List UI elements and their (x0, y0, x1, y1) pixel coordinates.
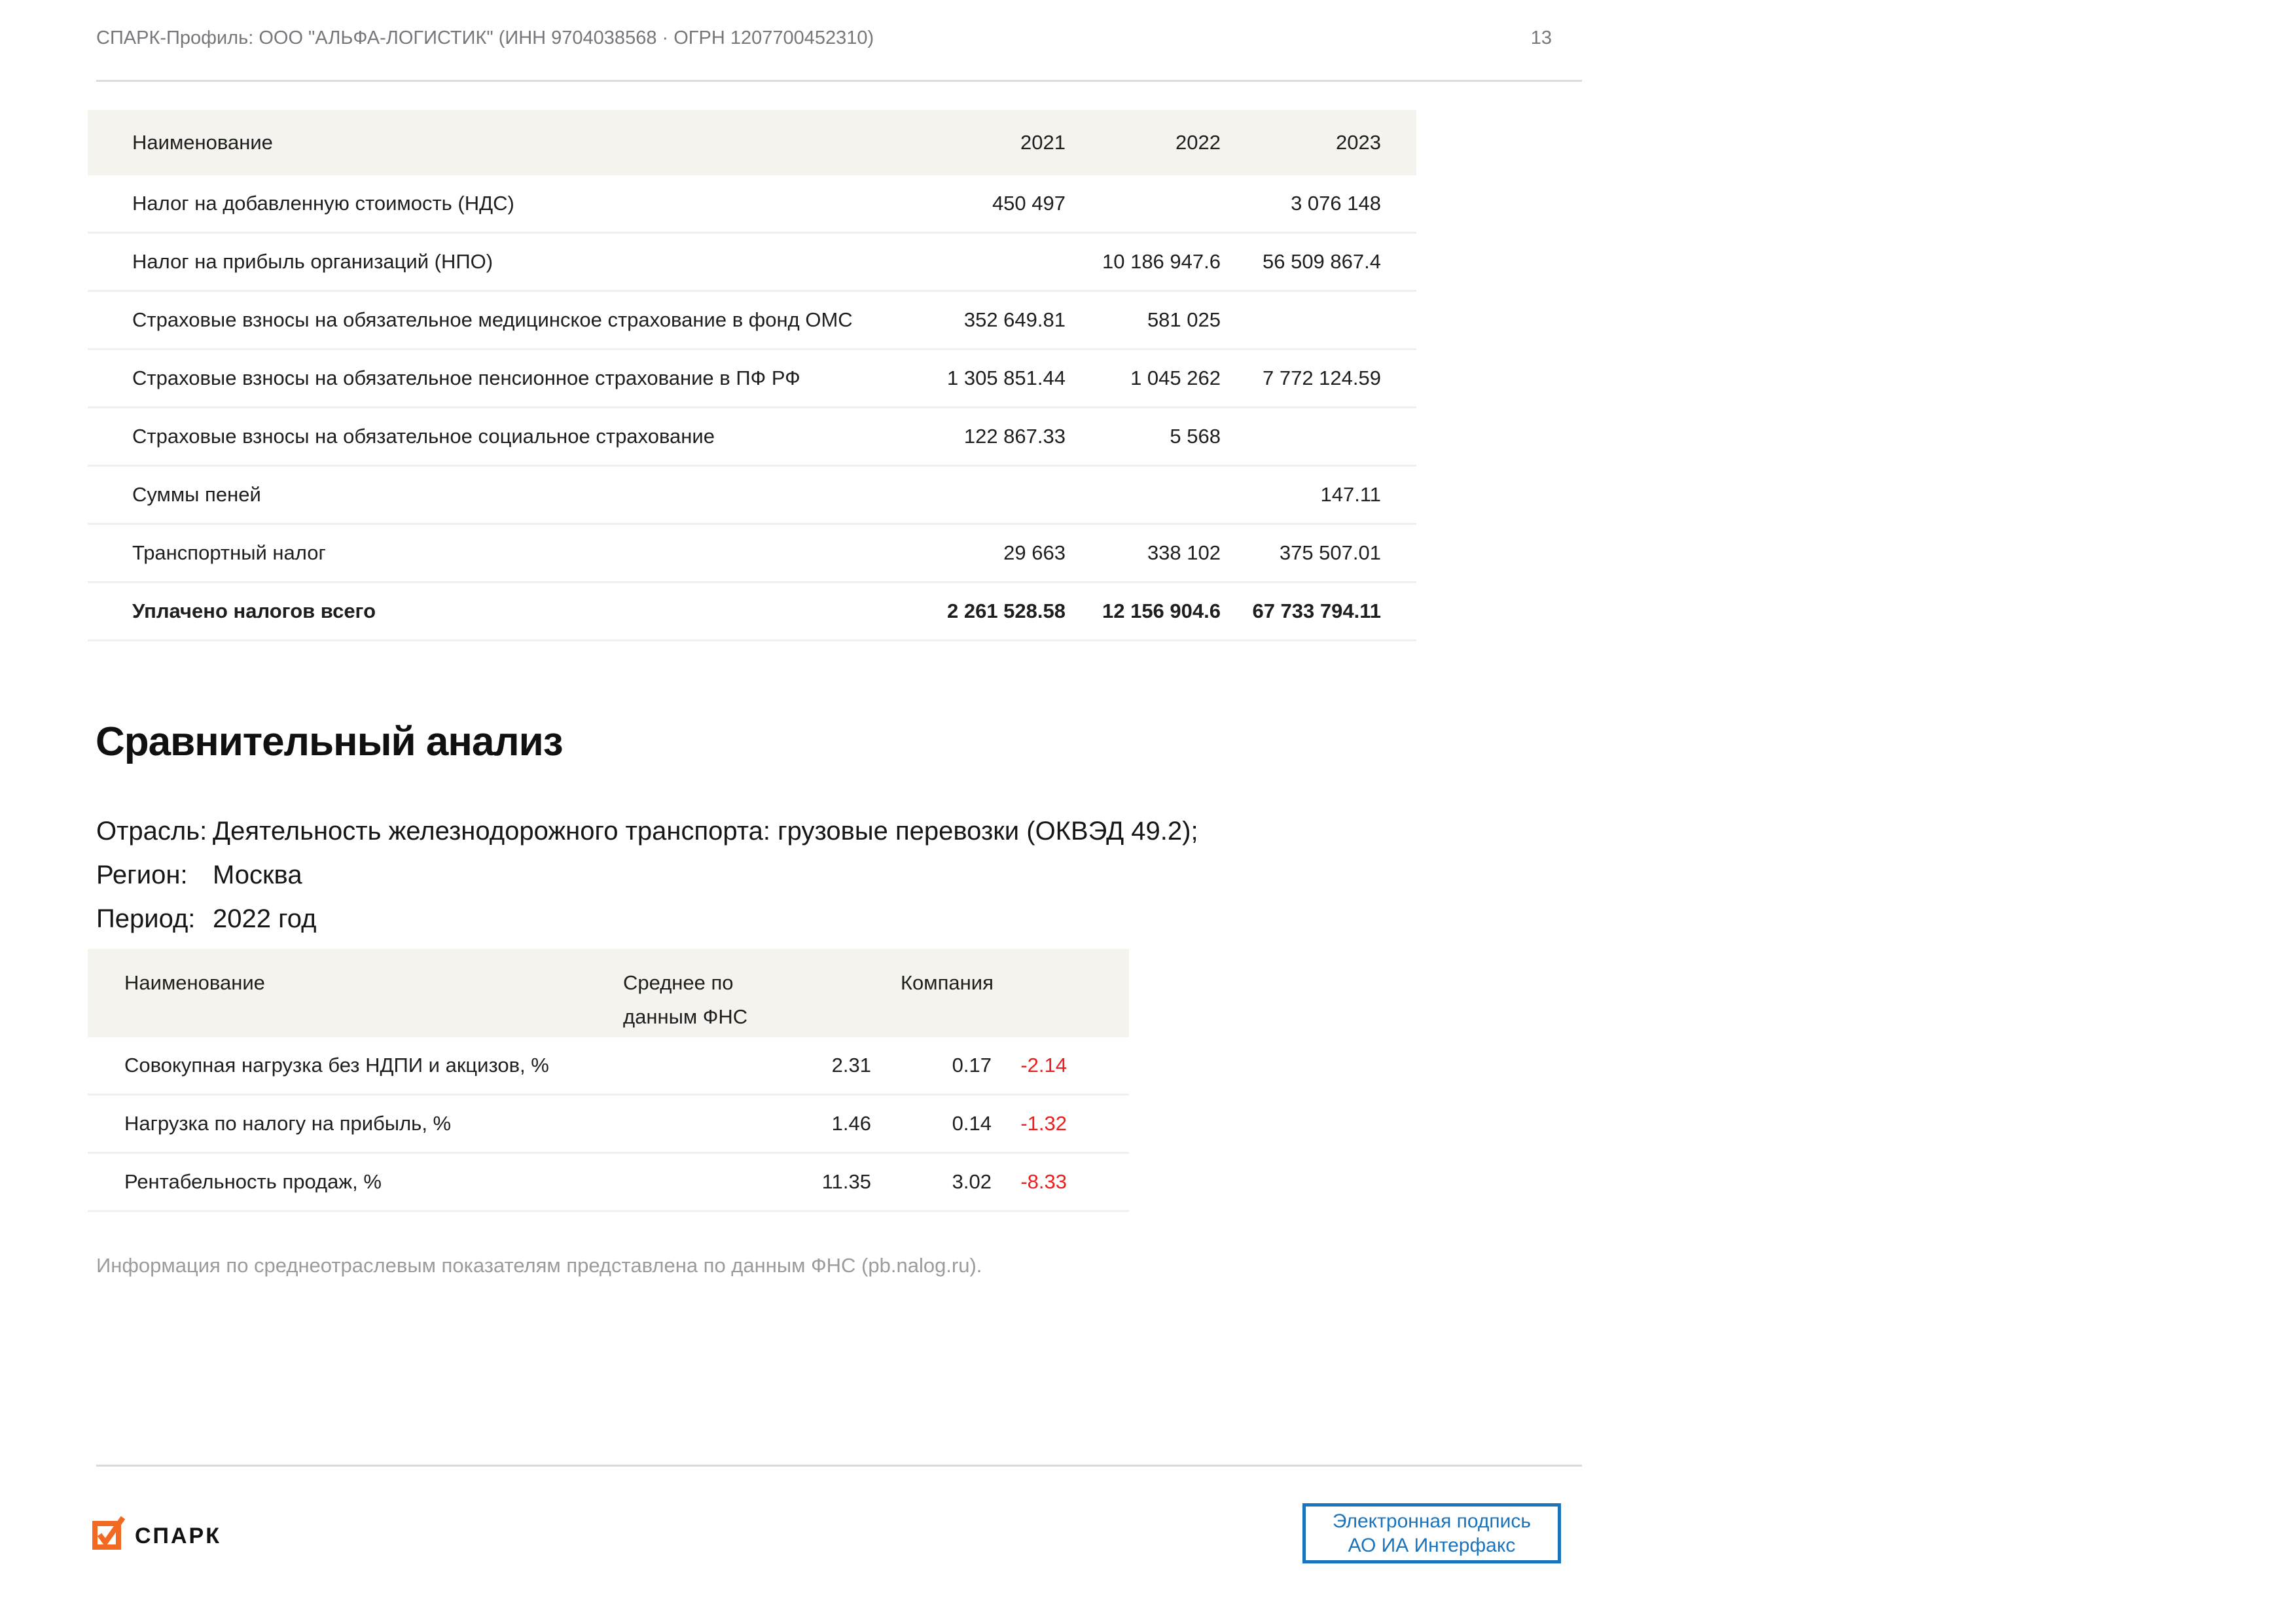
value-2022: 338 102 (1066, 541, 1221, 565)
meta-value: Деятельность железнодорожного транспорта… (213, 817, 1198, 846)
spark-logo-text: СПАРК (135, 1520, 221, 1549)
table-row: Страховые взносы на обязательное пенсион… (88, 350, 1416, 408)
meta-label: Период: (96, 903, 213, 935)
column-header-name: Наименование (124, 966, 623, 1000)
meta-label: Регион: (96, 859, 213, 891)
page-number: 13 (1493, 27, 1552, 49)
row-name: Транспортный налог (132, 541, 910, 565)
value-company: 0.17 (871, 1054, 992, 1077)
column-header-company: Компания (901, 966, 1067, 1000)
comparison-table-header: Наименование Среднее по данным ФНС Компа… (88, 949, 1129, 1037)
value-fns-average: 2.31 (708, 1054, 871, 1077)
table-row: Страховые взносы на обязательное медицин… (88, 292, 1416, 350)
meta-label: Отрасль: (96, 815, 213, 847)
value-2021: 450 497 (910, 192, 1066, 215)
section-meta: Отрасль:Деятельность железнодорожного тр… (96, 815, 1198, 947)
meta-value: Москва (213, 861, 302, 889)
footer-divider (96, 1465, 1582, 1467)
column-header-name: Наименование (132, 131, 910, 154)
value-2023: 375 507.01 (1221, 541, 1381, 565)
value-2022: 10 186 947.6 (1066, 250, 1221, 274)
table-row: Налог на добавленную стоимость (НДС) 450… (88, 175, 1416, 234)
total-label: Уплачено налогов всего (132, 599, 910, 623)
total-2022: 12 156 904.6 (1066, 599, 1221, 623)
value-2021: 29 663 (910, 541, 1066, 565)
tax-table: Наименование 2021 2022 2023 Налог на доб… (88, 110, 1416, 641)
column-header-2022: 2022 (1066, 131, 1221, 154)
value-company: 0.14 (871, 1112, 992, 1135)
table-row: Суммы пеней 147.11 (88, 467, 1416, 525)
section-title: Сравнительный анализ (96, 719, 563, 765)
value-difference: -1.32 (992, 1112, 1067, 1135)
value-2022: 5 568 (1066, 425, 1221, 448)
table-row: Нагрузка по налогу на прибыль, % 1.46 0.… (88, 1096, 1129, 1154)
footnote: Информация по среднеотраслевым показател… (96, 1254, 982, 1277)
header-divider (96, 80, 1582, 82)
electronic-signature-stamp: Электронная подпись АО ИА Интерфакс (1302, 1503, 1561, 1563)
total-2021: 2 261 528.58 (910, 599, 1066, 623)
row-name: Страховые взносы на обязательное медицин… (132, 308, 910, 332)
value-2021: 122 867.33 (910, 425, 1066, 448)
value-company: 3.02 (871, 1170, 992, 1194)
signature-line1: Электронная подпись (1333, 1509, 1531, 1533)
table-row: Совокупная нагрузка без НДПИ и акцизов, … (88, 1037, 1129, 1096)
column-header-2023: 2023 (1221, 131, 1381, 154)
value-2023: 56 509 867.4 (1221, 250, 1381, 274)
value-2023: 3 076 148 (1221, 192, 1381, 215)
column-header-2021: 2021 (910, 131, 1066, 154)
row-name: Суммы пеней (132, 483, 910, 507)
spark-checkbox-icon (92, 1514, 126, 1554)
row-name: Рентабельность продаж, % (124, 1170, 708, 1194)
table-row: Налог на прибыль организаций (НПО) 10 18… (88, 234, 1416, 292)
comparison-table: Наименование Среднее по данным ФНС Компа… (88, 949, 1129, 1212)
value-2021: 1 305 851.44 (910, 366, 1066, 390)
table-row: Транспортный налог 29 663 338 102 375 50… (88, 525, 1416, 583)
table-row: Рентабельность продаж, % 11.35 3.02 -8.3… (88, 1154, 1129, 1212)
spark-logo: СПАРК (92, 1514, 221, 1554)
meta-region: Регион:Москва (96, 859, 1198, 891)
value-2021: 352 649.81 (910, 308, 1066, 332)
signature-line2: АО ИА Интерфакс (1348, 1533, 1516, 1558)
value-2023: 147.11 (1221, 483, 1381, 507)
report-page: СПАРК-Профиль: ООО "АЛЬФА-ЛОГИСТИК" (ИНН… (0, 0, 2296, 1623)
value-difference: -8.33 (992, 1170, 1067, 1194)
value-fns-average: 1.46 (708, 1112, 871, 1135)
row-name: Страховые взносы на обязательное социаль… (132, 425, 910, 448)
meta-period: Период:2022 год (96, 903, 1198, 935)
row-name: Налог на добавленную стоимость (НДС) (132, 192, 910, 215)
total-2023: 67 733 794.11 (1221, 599, 1381, 623)
value-2022: 581 025 (1066, 308, 1221, 332)
row-name: Страховые взносы на обязательное пенсион… (132, 366, 910, 390)
report-header-title: СПАРК-Профиль: ООО "АЛЬФА-ЛОГИСТИК" (ИНН… (96, 27, 874, 49)
value-2023: 7 772 124.59 (1221, 366, 1381, 390)
tax-table-header: Наименование 2021 2022 2023 (88, 110, 1416, 175)
value-fns-average: 11.35 (708, 1170, 871, 1194)
row-name: Совокупная нагрузка без НДПИ и акцизов, … (124, 1054, 708, 1077)
column-header-fns-average: Среднее по данным ФНС (623, 966, 813, 1034)
meta-value: 2022 год (213, 904, 317, 933)
value-2022: 1 045 262 (1066, 366, 1221, 390)
row-name: Налог на прибыль организаций (НПО) (132, 250, 910, 274)
row-name: Нагрузка по налогу на прибыль, % (124, 1112, 708, 1135)
meta-industry: Отрасль:Деятельность железнодорожного тр… (96, 815, 1198, 847)
table-total-row: Уплачено налогов всего 2 261 528.58 12 1… (88, 583, 1416, 641)
table-row: Страховые взносы на обязательное социаль… (88, 408, 1416, 467)
value-difference: -2.14 (992, 1054, 1067, 1077)
